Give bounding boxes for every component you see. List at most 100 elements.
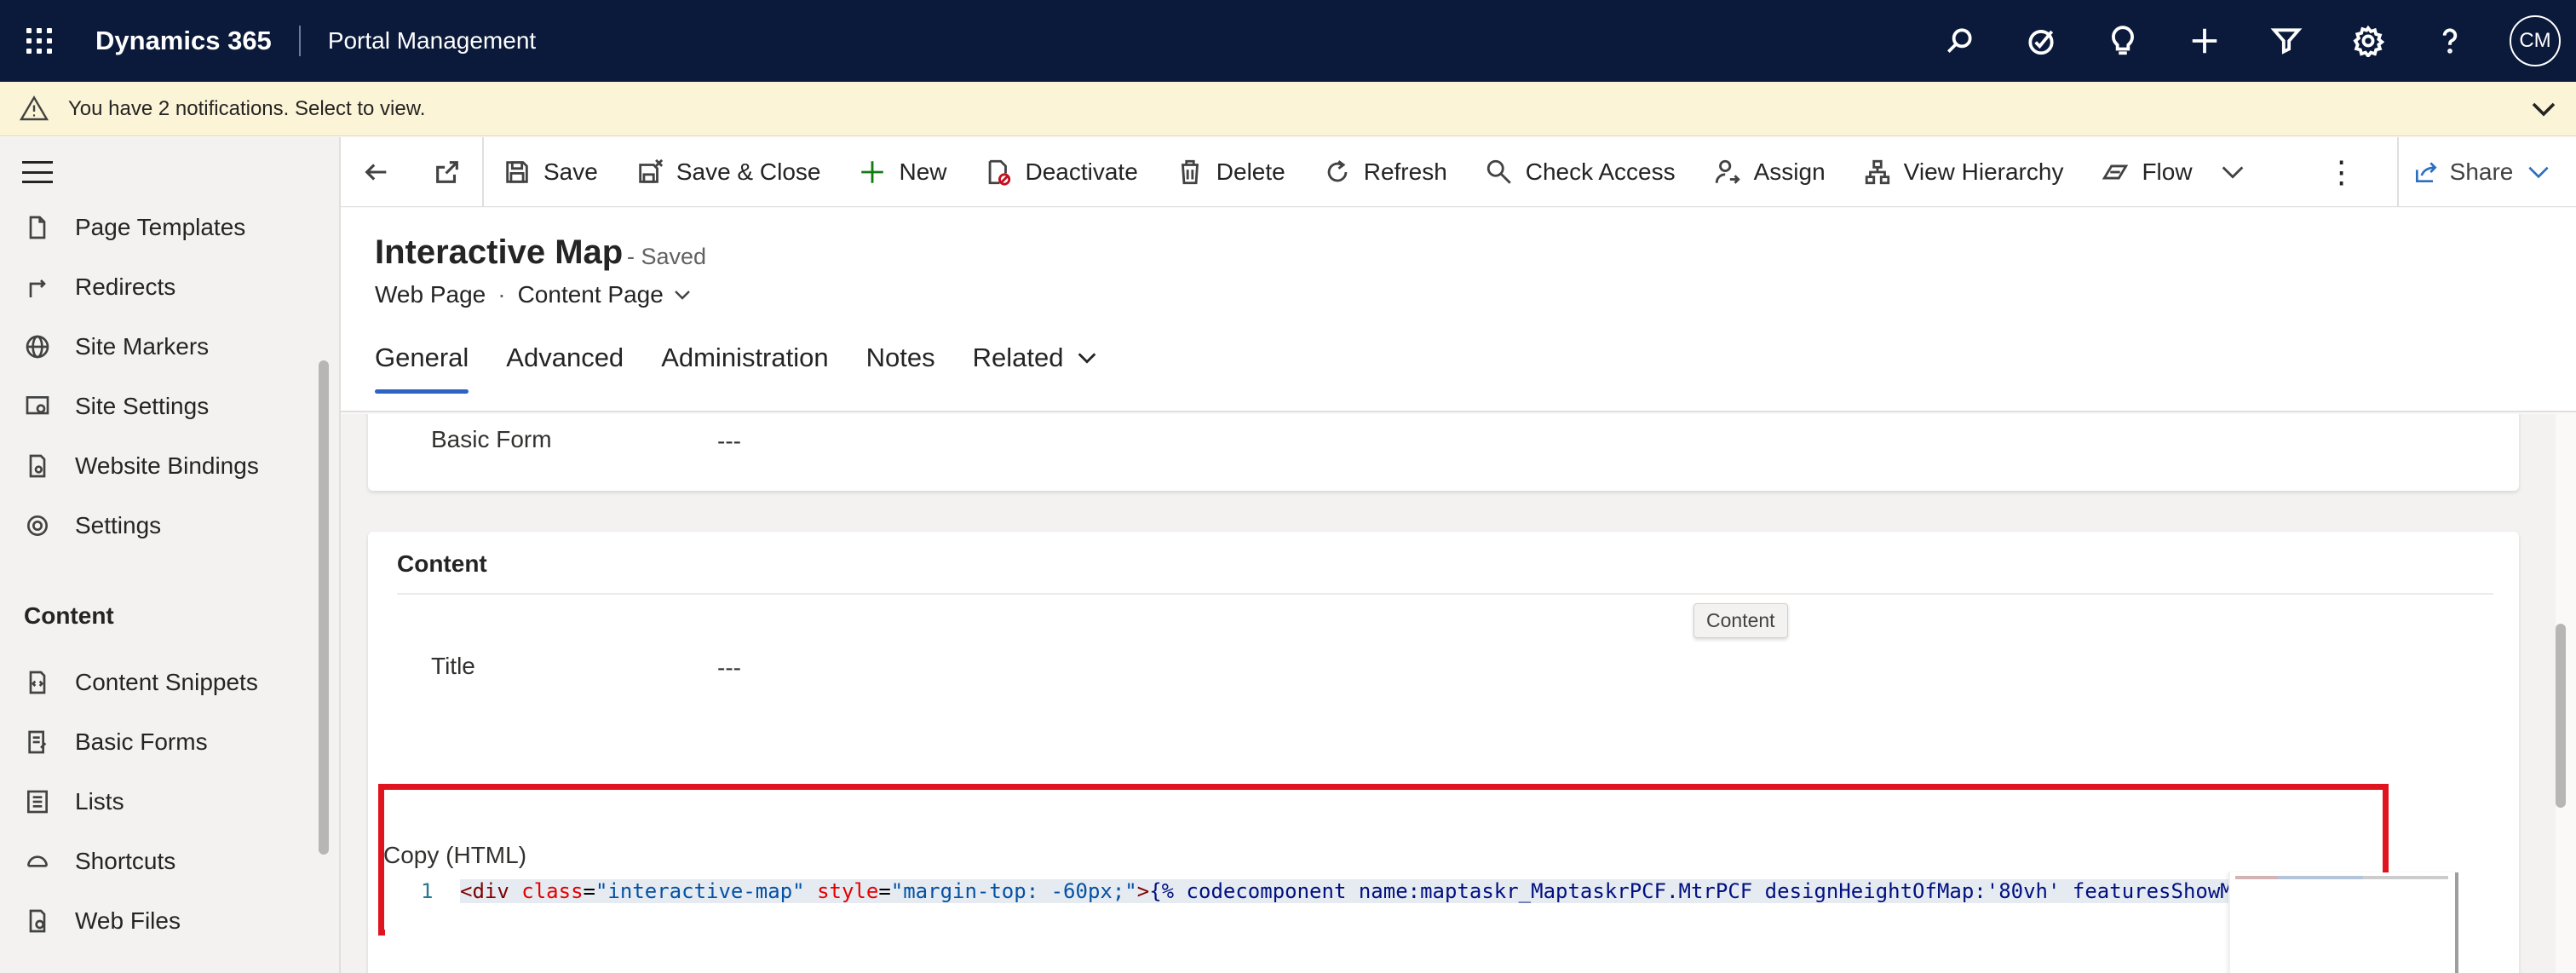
open-in-new-window-button[interactable] (412, 136, 484, 207)
deactivate-icon (989, 159, 1011, 186)
area-name[interactable]: Portal Management (301, 27, 536, 55)
refresh-icon (1327, 159, 1348, 181)
sidebar-item-redirects[interactable]: Redirects (0, 262, 324, 313)
code-line[interactable]: <div class="interactive-map" style="marg… (460, 879, 2249, 903)
basic-form-label: Basic Form (431, 426, 552, 452)
delete-label: Delete (1216, 158, 1285, 185)
record-subtitle: Web Page · Content Page (375, 281, 693, 308)
sidebar-item-settings[interactable]: Settings (0, 500, 324, 551)
tab-advanced[interactable]: Advanced (506, 334, 642, 402)
sidebar-item-label: Content Snippets (75, 669, 258, 695)
gear-icon (27, 515, 48, 536)
separator: · (497, 281, 506, 308)
pop-out-icon (436, 160, 458, 183)
tab-general[interactable]: General (375, 334, 487, 402)
back-button[interactable] (341, 137, 412, 207)
sidebar-item-content-snippets[interactable]: Content Snippets (0, 657, 324, 708)
form-scrollbar[interactable] (2556, 624, 2566, 808)
flow-label: Flow (2142, 158, 2193, 185)
flow-icon (2102, 164, 2129, 179)
tasks-button[interactable] (2000, 0, 2082, 82)
page-template-icon (29, 216, 46, 239)
minimap-scrollbar[interactable] (2455, 872, 2458, 973)
sidebar-item-label: Site Settings (75, 393, 210, 419)
share-label: Share (2449, 158, 2514, 185)
warning-icon (19, 95, 49, 120)
record-header: Interactive Map - Saved Web Page · Conte… (341, 208, 2576, 412)
tab-administration[interactable]: Administration (661, 334, 847, 402)
plus-icon (2192, 28, 2217, 54)
gear-icon (2353, 25, 2384, 57)
sidebar-item-website-bindings[interactable]: Website Bindings (0, 440, 324, 492)
tab-related-label: Related (972, 343, 1064, 372)
sidebar-item-web-files[interactable]: Web Files (0, 895, 324, 947)
chevron-down-icon[interactable] (672, 285, 693, 305)
tab-related[interactable]: Related (973, 334, 1118, 402)
section-tooltip: Content (1693, 603, 1788, 638)
record-title: Interactive Map (375, 233, 624, 271)
sidebar-item-shortcuts[interactable]: Shortcuts (0, 836, 324, 887)
search-button[interactable] (1918, 0, 2000, 82)
binding-icon (29, 454, 46, 478)
filter-icon (2270, 28, 2303, 55)
save-label: Save (543, 158, 598, 185)
sidebar-item-site-markers[interactable]: Site Markers (0, 321, 324, 372)
shortcut-icon (27, 855, 48, 867)
save-button[interactable]: Save (484, 137, 617, 207)
form-selector[interactable]: Content Page (518, 281, 664, 308)
user-avatar[interactable]: CM (2510, 15, 2561, 66)
save-and-close-label: Save & Close (676, 158, 821, 185)
flow-button[interactable]: Flow (2082, 137, 2277, 207)
sidebar-item-basic-forms[interactable]: Basic Forms (0, 717, 324, 768)
title-value[interactable]: --- (717, 654, 741, 682)
sidebar-item-label: Page Templates (75, 214, 246, 240)
new-label: New (899, 158, 947, 185)
sidebar-item-site-settings[interactable]: Site Settings (0, 381, 324, 432)
general-section-card: Basic Form --- (368, 414, 2519, 491)
hamburger-menu-icon[interactable] (22, 161, 53, 183)
chevron-down-icon[interactable] (2218, 158, 2247, 187)
help-icon (2442, 28, 2458, 54)
app-name[interactable]: Dynamics 365 (78, 26, 301, 56)
app-launcher-button[interactable] (0, 0, 78, 82)
form-body: Basic Form --- Content Content Title ---… (341, 414, 2556, 973)
lightbulb-icon (2112, 26, 2134, 55)
code-editor[interactable]: 1 <div class="interactive-map" style="ma… (385, 872, 2481, 973)
list-icon (27, 790, 48, 814)
help-button[interactable] (2409, 0, 2491, 82)
sidebar-item-label: Settings (75, 512, 162, 538)
notification-text[interactable]: You have 2 notifications. Select to view… (68, 97, 425, 121)
refresh-button[interactable]: Refresh (1304, 137, 1466, 207)
assign-button[interactable]: Assign (1694, 137, 1844, 207)
settings-button[interactable] (2327, 0, 2409, 82)
filter-button[interactable] (2245, 0, 2327, 82)
code-minimap[interactable] (2228, 872, 2458, 973)
plus-icon (861, 160, 884, 183)
deactivate-button[interactable]: Deactivate (965, 137, 1156, 207)
sidebar-item-label: Site Markers (75, 333, 210, 360)
more-commands-button[interactable]: ⋮ (2312, 137, 2372, 207)
save-and-close-button[interactable]: Save & Close (617, 137, 840, 207)
ideas-button[interactable] (2082, 0, 2164, 82)
assign-person-icon (1715, 159, 1740, 184)
deactivate-label: Deactivate (1025, 158, 1138, 185)
basic-form-value[interactable]: --- (717, 428, 741, 455)
share-button[interactable]: Share (2397, 137, 2576, 207)
content-section-card: Content Content Title --- Copy (HTML) 1 … (368, 532, 2519, 973)
sidebar-item-lists[interactable]: Lists (0, 776, 324, 827)
notification-bar[interactable]: You have 2 notifications. Select to view… (0, 82, 2576, 136)
sidebar-item-page-templates[interactable]: Page Templates (0, 202, 324, 253)
view-hierarchy-button[interactable]: View Hierarchy (1844, 137, 2083, 207)
new-button[interactable]: New (839, 137, 965, 207)
save-icon (506, 160, 528, 183)
notification-expand-button[interactable] (2528, 94, 2559, 129)
check-access-button[interactable]: Check Access (1466, 137, 1694, 207)
tab-notes[interactable]: Notes (866, 334, 954, 402)
site-settings-icon (26, 396, 49, 415)
new-item-button[interactable] (2164, 0, 2245, 82)
section-divider (397, 593, 2493, 595)
redirect-icon (29, 279, 46, 297)
sidebar-scrollbar[interactable] (319, 360, 329, 855)
chevron-down-icon (2528, 166, 2549, 179)
delete-button[interactable]: Delete (1157, 137, 1304, 207)
